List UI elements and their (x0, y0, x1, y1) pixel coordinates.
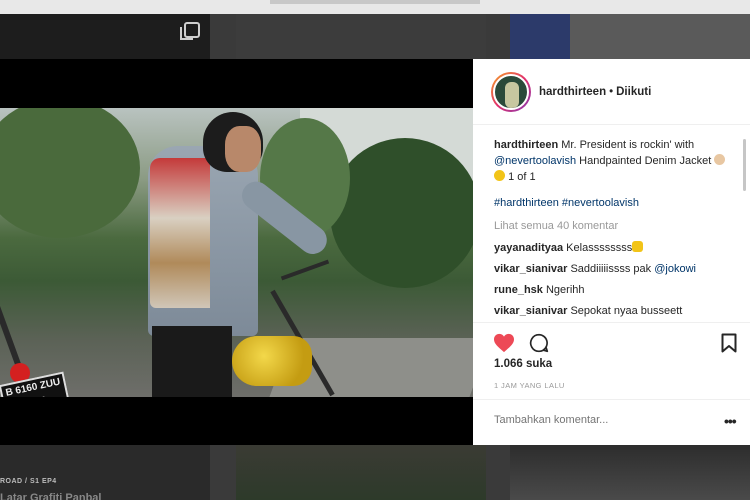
feed-tile[interactable] (510, 444, 750, 500)
view-all-comments-link[interactable]: Lihat semua 40 komentar (494, 218, 726, 234)
post-photo[interactable]: B 6160 ZUU 02-22 (0, 108, 473, 397)
post-actions (473, 322, 750, 353)
hashtags: #hardthirteen #nevertoolavish (494, 195, 726, 211)
bookmark-icon[interactable] (721, 333, 737, 353)
search-bar-remnant (270, 0, 480, 4)
top-nav-strip (0, 0, 750, 14)
comment-item: yayanadityaa Kelassssssss (494, 240, 726, 256)
multiple-posts-icon (180, 22, 200, 40)
avatar[interactable] (491, 71, 531, 112)
photo-tree (0, 108, 140, 238)
post-timestamp[interactable]: 1 JAM YANG LALU (494, 381, 565, 390)
hashtag-link[interactable]: #nevertoolavish (562, 197, 639, 209)
tile-title: Latar Grafiti Panbal (0, 492, 102, 500)
person-face (225, 126, 261, 172)
bike-handlebar (280, 259, 330, 281)
add-comment-row: ••• (473, 399, 750, 445)
post-caption: hardthirteen Mr. President is rockin' wi… (494, 137, 726, 185)
photo-tree (330, 138, 473, 288)
tile-caption: ROAD / S1 EP4 (0, 478, 57, 485)
comment-username[interactable]: vikar_sianivar (494, 305, 567, 317)
caption-username[interactable]: hardthirteen (494, 139, 558, 151)
scream-emoji-icon (632, 241, 644, 252)
caption-text-2: Handpainted Denim Jacket (579, 155, 712, 167)
feed-tile[interactable] (510, 14, 750, 60)
comment-mention[interactable]: @jokowi (654, 263, 696, 275)
comment-text: Saddiiiiissss pak (570, 263, 652, 275)
comment-item: vikar_sianivar Sepokat nyaa busseett (494, 303, 726, 317)
comment-username[interactable]: rune_hsk (494, 284, 543, 296)
person-pants (152, 326, 232, 397)
hashtag-link[interactable]: #hardthirteen (494, 197, 559, 209)
grin-emoji-icon (494, 170, 505, 181)
feed-tile[interactable] (236, 444, 486, 500)
bike-gold-tank (232, 336, 312, 386)
post-modal: B 6160 ZUU 02-22 hardthirteen • Diikuti … (0, 59, 750, 445)
comment-icon[interactable] (529, 333, 549, 353)
feed-tile[interactable] (0, 14, 210, 60)
more-options-icon[interactable]: ••• (724, 413, 737, 429)
comment-text: Kelassssssss (566, 242, 633, 254)
caption-text: Mr. President is rockin' with (561, 139, 695, 151)
post-side-panel: hardthirteen • Diikuti hardthirteen Mr. … (473, 59, 750, 445)
heart-icon[interactable] (493, 333, 515, 353)
comments-list: hardthirteen Mr. President is rockin' wi… (494, 137, 726, 317)
add-comment-input[interactable] (494, 414, 704, 426)
jacket-painting (150, 158, 210, 308)
post-media: B 6160 ZUU 02-22 (0, 59, 473, 445)
header-separator: • (609, 85, 614, 98)
comment-username[interactable]: vikar_sianivar (494, 263, 567, 275)
follow-status-button[interactable]: Diikuti (616, 86, 651, 98)
hand-emoji-icon (714, 154, 726, 165)
likes-count[interactable]: 1.066 suka (494, 358, 552, 370)
post-header: hardthirteen • Diikuti (473, 59, 750, 125)
comments-scrollbar[interactable] (743, 139, 746, 191)
comment-item: rune_hsk Ngerihh (494, 282, 726, 298)
comment-text: Ngerihh (545, 284, 585, 296)
comment-username[interactable]: yayanadityaa (494, 242, 563, 254)
feed-tile[interactable]: ROAD / S1 EP4 Latar Grafiti Panbal (0, 444, 210, 500)
header-username[interactable]: hardthirteen (539, 86, 606, 98)
caption-mention[interactable]: @nevertoolavish (494, 155, 576, 167)
feed-tile[interactable] (236, 14, 486, 60)
caption-counter: 1 of 1 (508, 171, 536, 183)
comment-text: Sepokat nyaa busseett (570, 305, 683, 317)
avatar-image (493, 73, 529, 110)
comment-item: vikar_sianivar Saddiiiiissss pak @jokowi (494, 261, 726, 277)
